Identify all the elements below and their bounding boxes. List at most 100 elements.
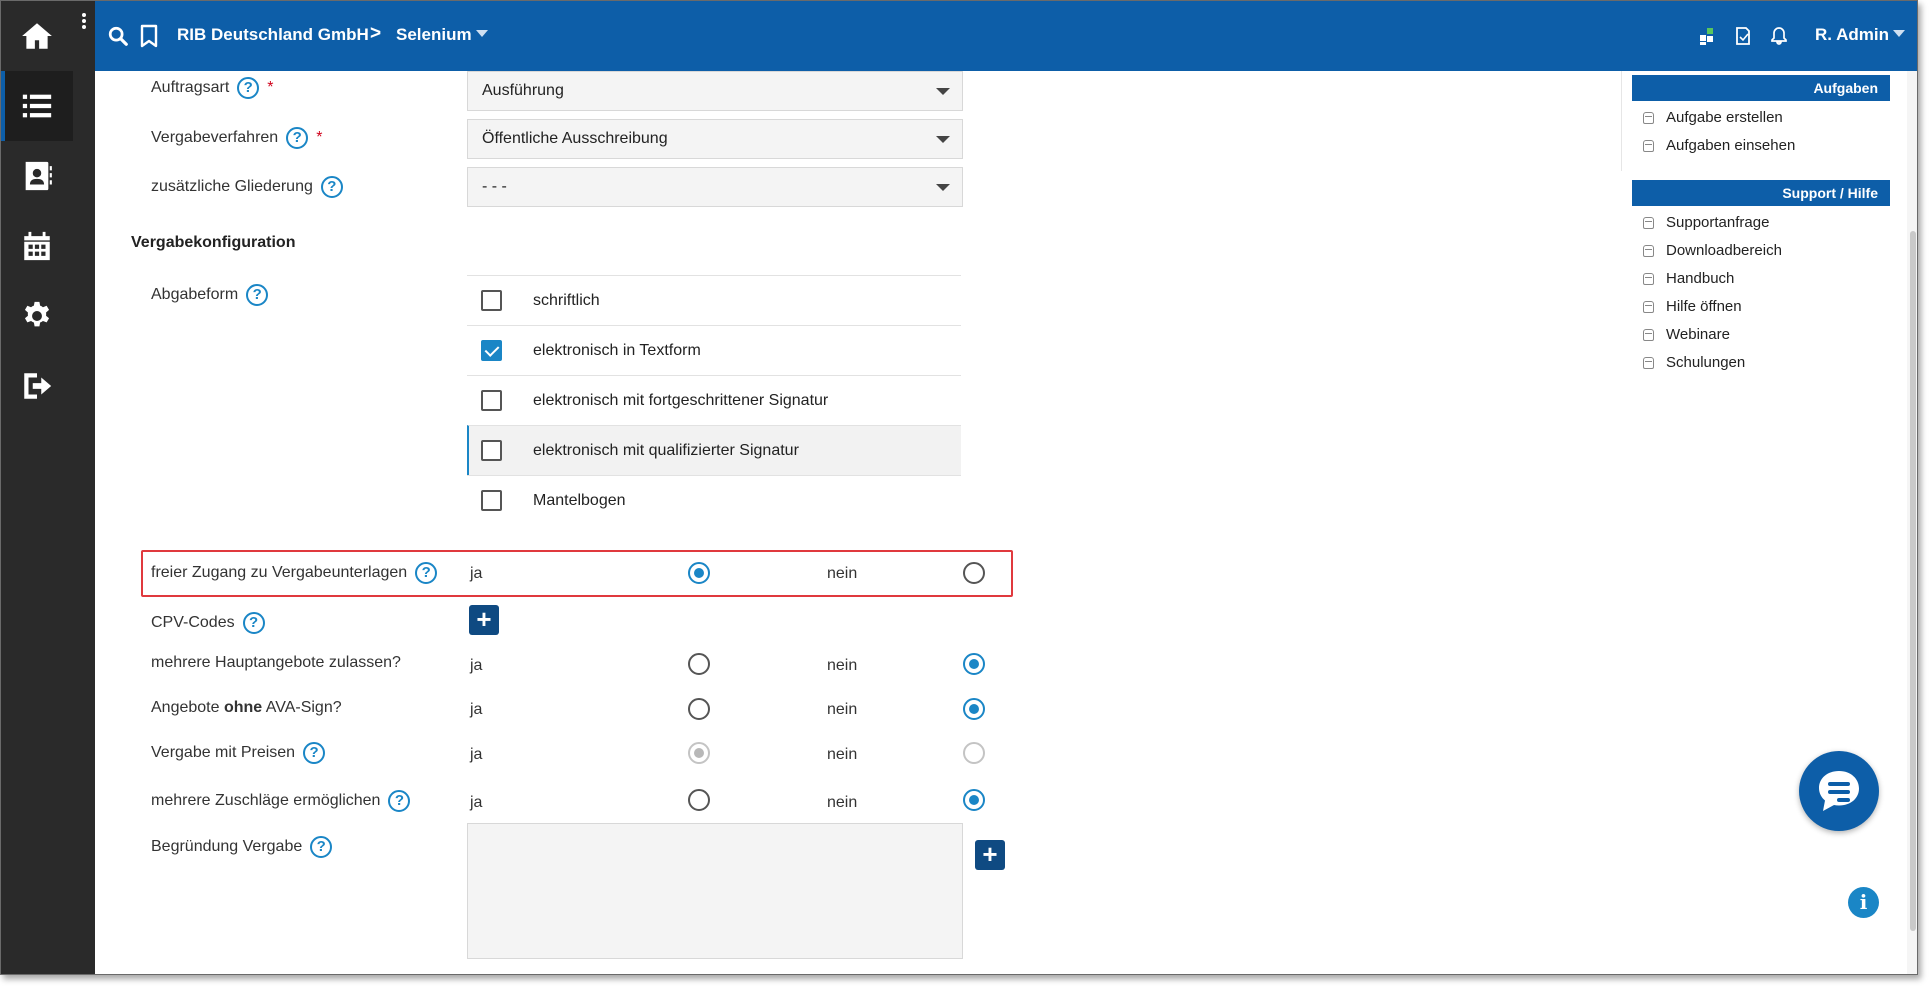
ava-sign-ja-label: ja (470, 701, 483, 718)
sidebar-item-downloadbereich[interactable]: Downloadbereich (1643, 242, 1782, 259)
vergabeverfahren-label: Vergabeverfahren ? * (151, 127, 322, 149)
bookmark-icon[interactable] (139, 24, 159, 48)
add-begruendung-button[interactable]: + (975, 840, 1005, 870)
abgabeform-option-textform[interactable]: elektronisch in Textform (467, 325, 961, 375)
document-sign-icon[interactable] (1733, 26, 1753, 46)
chat-button[interactable] (1799, 751, 1879, 831)
nav-settings[interactable] (1, 281, 73, 351)
chevron-down-icon (936, 88, 950, 95)
app-window: RIB Deutschland GmbH > Selenium R. Admin… (0, 0, 1918, 975)
checkbox[interactable] (481, 440, 502, 461)
breadcrumb-project[interactable]: Selenium (396, 25, 488, 45)
rail-toggle-strip[interactable] (73, 1, 95, 974)
scrollbar-thumb[interactable] (1910, 231, 1916, 931)
checkbox[interactable] (481, 290, 502, 311)
ava-sign-label: Angebote ohne AVA-Sign? (151, 699, 342, 716)
zuschlaege-nein-radio[interactable] (963, 789, 985, 811)
abgabeform-options: schriftlich elektronisch in Textform ele… (467, 275, 961, 525)
nav-home[interactable] (1, 1, 73, 71)
zuschlaege-nein-label: nein (827, 794, 858, 811)
sidebar-item-handbuch[interactable]: Handbuch (1643, 270, 1734, 287)
bullet-icon (1643, 328, 1654, 341)
preisen-nein-label: nein (827, 746, 858, 763)
zuschlaege-ja-radio[interactable] (688, 789, 710, 811)
nav-list[interactable] (1, 71, 73, 141)
begruendung-textarea[interactable] (467, 823, 963, 959)
vergabeverfahren-select[interactable]: Öffentliche Ausschreibung (467, 119, 963, 159)
checkbox[interactable] (481, 390, 502, 411)
hauptangebote-nein-radio[interactable] (963, 653, 985, 675)
help-icon[interactable]: ? (415, 562, 438, 584)
logout-icon (24, 373, 52, 399)
abgabeform-option-fortgeschritten[interactable]: elektronisch mit fortgeschrittener Signa… (467, 375, 961, 425)
abgabeform-option-mantelbogen[interactable]: Mantelbogen (467, 475, 961, 525)
user-menu[interactable]: R. Admin (1815, 25, 1905, 45)
sidebar-item-webinare[interactable]: Webinare (1643, 326, 1730, 343)
add-cpv-button[interactable]: + (469, 605, 499, 635)
bullet-icon (1643, 216, 1654, 229)
help-icon[interactable]: ? (242, 612, 265, 634)
calendar-icon (24, 231, 50, 261)
nav-contacts[interactable] (1, 141, 73, 211)
begruendung-label: Begründung Vergabe ? (151, 836, 333, 858)
required-marker: * (316, 129, 323, 146)
preisen-ja-label: ja (470, 746, 483, 763)
sidebar-section-support: Support / Hilfe (1632, 180, 1890, 206)
vertical-scrollbar[interactable] (1907, 71, 1917, 974)
cpv-label: CPV-Codes ? (151, 612, 265, 634)
search-icon[interactable] (107, 25, 129, 47)
left-nav-rail (1, 1, 73, 974)
auftragsart-value: Ausführung (482, 82, 564, 99)
auftragsart-label: Auftragsart ? * (151, 77, 274, 99)
bullet-icon (1643, 272, 1654, 285)
hauptangebote-label: mehrere Hauptangebote zulassen? (151, 654, 401, 671)
help-icon[interactable]: ? (388, 790, 411, 812)
sidebar-item-supportanfrage[interactable]: Supportanfrage (1643, 214, 1769, 231)
nav-logout[interactable] (1, 351, 73, 421)
abgabeform-option-schriftlich[interactable]: schriftlich (467, 275, 961, 325)
bell-icon[interactable] (1769, 26, 1789, 46)
checkbox[interactable] (481, 490, 502, 511)
sidebar-item-schulungen[interactable]: Schulungen (1643, 354, 1745, 371)
help-icon[interactable]: ? (286, 127, 309, 149)
auftragsart-select[interactable]: Ausführung (467, 71, 963, 111)
sidebar-item-aufgaben-einsehen[interactable]: Aufgaben einsehen (1643, 137, 1795, 154)
ava-sign-ja-radio[interactable] (688, 698, 710, 720)
freier-zugang-ja-label: ja (470, 565, 483, 582)
chevron-down-icon (1892, 30, 1905, 37)
checkbox-checked[interactable] (481, 340, 502, 361)
project-name: Selenium (396, 25, 472, 44)
nav-calendar[interactable] (1, 211, 73, 281)
freier-zugang-label: freier Zugang zu Vergabeunterlagen ? (151, 562, 438, 584)
apps-icon[interactable] (1697, 26, 1717, 46)
hauptangebote-ja-radio[interactable] (688, 653, 710, 675)
chat-icon (1819, 771, 1859, 811)
zuschlaege-ja-label: ja (470, 794, 483, 811)
chevron-down-icon (936, 184, 950, 191)
bullet-icon (1643, 139, 1654, 152)
breadcrumb-org[interactable]: RIB Deutschland GmbH (177, 25, 369, 45)
kebab-icon (82, 13, 86, 17)
info-icon[interactable]: i (1848, 887, 1879, 918)
bullet-icon (1643, 300, 1654, 313)
help-icon[interactable]: ? (303, 742, 326, 764)
sidebar-item-aufgabe-erstellen[interactable]: Aufgabe erstellen (1643, 109, 1783, 126)
abgabeform-label: Abgabeform ? (151, 284, 269, 306)
bullet-icon (1643, 356, 1654, 369)
help-icon[interactable]: ? (237, 77, 260, 99)
ava-sign-nein-radio[interactable] (963, 698, 985, 720)
freier-zugang-nein-radio[interactable] (963, 562, 985, 584)
sidebar-divider (1621, 71, 1622, 171)
help-icon[interactable]: ? (310, 836, 333, 858)
abgabeform-option-qualifiziert[interactable]: elektronisch mit qualifizierter Signatur (467, 425, 961, 475)
help-icon[interactable]: ? (320, 176, 343, 198)
gliederung-select[interactable]: - - - (467, 167, 963, 207)
help-icon[interactable]: ? (246, 284, 269, 306)
bullet-icon (1643, 244, 1654, 257)
freier-zugang-ja-radio[interactable] (688, 562, 710, 584)
breadcrumb-separator: > (370, 23, 382, 44)
gear-icon (24, 301, 50, 327)
sidebar-item-hilfe-oeffnen[interactable]: Hilfe öffnen (1643, 298, 1742, 315)
main-form: Auftragsart ? * Ausführung Vergabeverfah… (95, 71, 1595, 974)
gliederung-label: zusätzliche Gliederung ? (151, 176, 343, 198)
